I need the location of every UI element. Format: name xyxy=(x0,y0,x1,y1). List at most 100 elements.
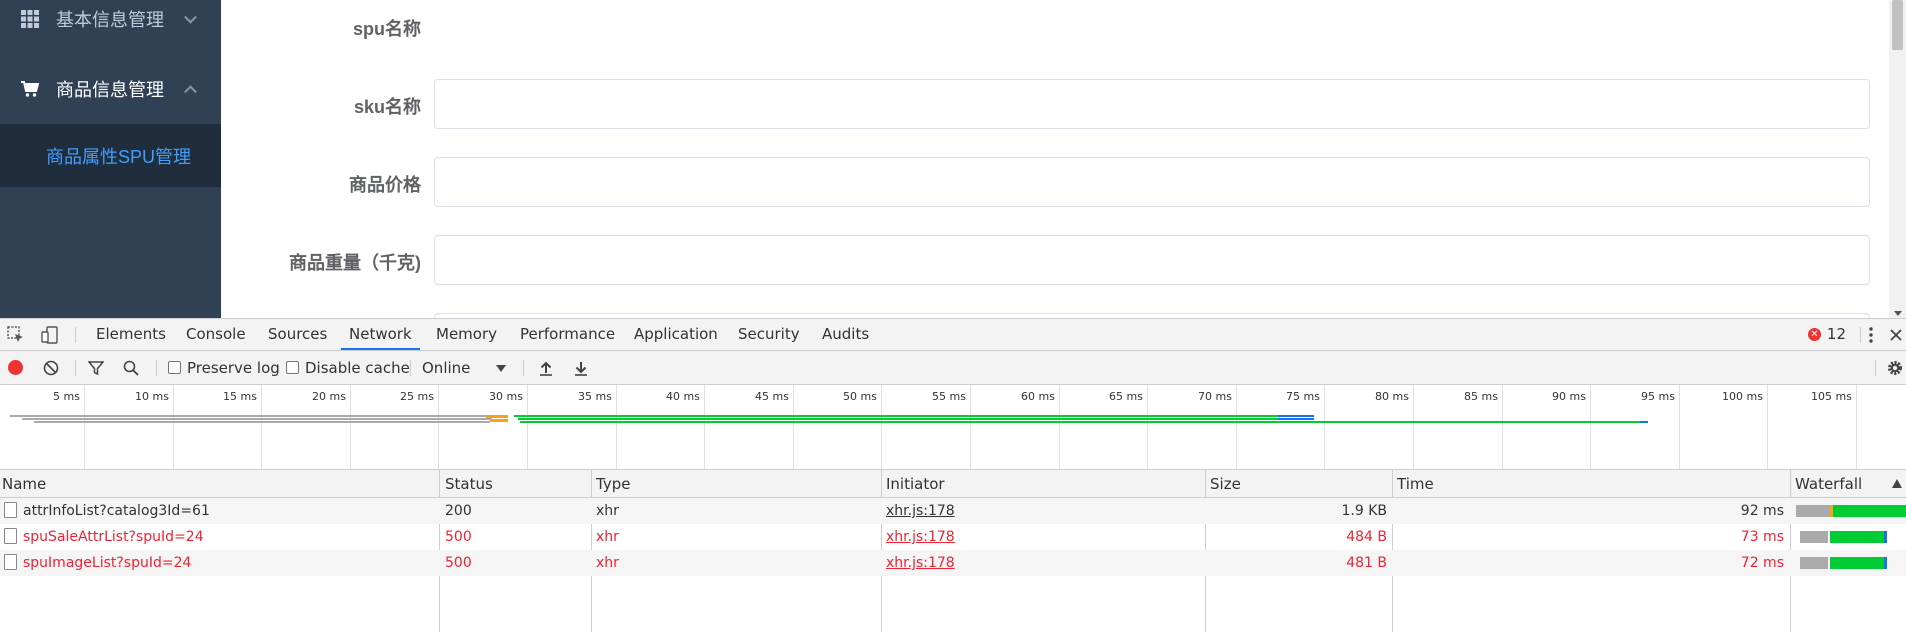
weight-label: 商品重量（千克) xyxy=(289,253,421,273)
column-status[interactable]: Status xyxy=(443,470,493,498)
request-status: 500 xyxy=(445,555,472,571)
sidebar-item-basic-info[interactable]: 基本信息管理 xyxy=(0,0,221,51)
device-toolbar-icon[interactable] xyxy=(40,325,60,345)
error-count: 12 xyxy=(1826,325,1846,343)
devtools-panel: Elements Console Sources Network Memory … xyxy=(0,318,1906,632)
request-size: 481 B xyxy=(1346,555,1387,571)
waterfall-bar xyxy=(1800,531,1828,543)
column-initiator[interactable]: Initiator xyxy=(884,470,945,498)
sidebar-item-label: 商品属性SPU管理 xyxy=(46,146,192,167)
request-name-cell[interactable]: attrInfoList?catalog3Id=61 xyxy=(0,498,436,524)
tab-performance[interactable]: Performance xyxy=(512,319,623,350)
request-name: spuSaleAttrList?spuId=24 xyxy=(23,529,204,545)
network-toolbar: Preserve log Disable cache Online xyxy=(0,351,1906,385)
weight-input[interactable] xyxy=(434,235,1870,285)
record-button[interactable] xyxy=(8,351,23,384)
waterfall-bar xyxy=(1884,557,1887,569)
request-name-cell[interactable]: spuSaleAttrList?spuId=24 xyxy=(0,524,436,550)
sidebar-item-spu-attr[interactable]: 商品属性SPU管理 xyxy=(0,124,221,187)
error-icon: ✕ xyxy=(1807,328,1821,341)
disable-cache-checkbox[interactable]: Disable cache xyxy=(286,351,410,384)
request-size: 484 B xyxy=(1346,529,1387,545)
column-name[interactable]: Name xyxy=(0,470,46,498)
scrollbar-thumb[interactable] xyxy=(1892,0,1903,50)
divider xyxy=(410,360,411,376)
column-size[interactable]: Size xyxy=(1208,470,1241,498)
tab-audits[interactable]: Audits xyxy=(814,319,877,350)
request-initiator-link[interactable]: xhr.js:178 xyxy=(886,524,955,550)
scrollbar[interactable] xyxy=(1889,0,1906,318)
tab-security[interactable]: Security xyxy=(730,319,808,350)
tab-console[interactable]: Console xyxy=(178,319,254,350)
request-type: xhr xyxy=(596,555,619,571)
preserve-log-label: Preserve log xyxy=(187,358,280,377)
sidebar-item-label: 基本信息管理 xyxy=(56,10,164,30)
table-row[interactable]: spuSaleAttrList?spuId=24 500 xhr xhr.js:178… xyxy=(0,524,1906,550)
column-time[interactable]: Time xyxy=(1395,470,1434,498)
clear-button[interactable] xyxy=(43,351,59,384)
preserve-log-checkbox[interactable]: Preserve log xyxy=(168,351,280,384)
request-name: attrInfoList?catalog3Id=61 xyxy=(23,503,210,519)
filter-icon xyxy=(88,360,104,375)
tab-sources[interactable]: Sources xyxy=(260,319,335,350)
gear-icon xyxy=(1888,360,1902,375)
waterfall-bar xyxy=(1884,531,1887,543)
sku-name-input[interactable] xyxy=(434,79,1870,129)
request-size: 1.9 KB xyxy=(1341,503,1388,519)
request-time: 73 ms xyxy=(1740,529,1784,545)
price-label: 商品价格 xyxy=(349,175,421,195)
network-settings-button[interactable] xyxy=(1886,351,1904,384)
dropdown-arrow-icon xyxy=(496,365,506,372)
network-overview-timeline[interactable]: 5 ms 10 ms 15 ms 20 ms 25 ms 30 ms 35 ms 40 ms 4… xyxy=(0,385,1906,470)
request-name-cell[interactable]: spuImageList?spuId=24 xyxy=(0,550,436,576)
divider xyxy=(75,327,76,343)
search-icon xyxy=(123,360,139,376)
file-icon xyxy=(4,528,17,544)
network-request-table: Name Status Type Initiator Size Time Wat… xyxy=(0,470,1906,632)
search-button[interactable] xyxy=(123,351,139,384)
table-row[interactable]: spuImageList?spuId=24 500 xhr xhr.js:178 481… xyxy=(0,550,1906,576)
waterfall-bar xyxy=(1833,505,1906,517)
spu-name-label: spu名称 xyxy=(352,19,421,39)
request-status: 500 xyxy=(445,529,472,545)
request-time: 92 ms xyxy=(1740,503,1784,519)
column-waterfall[interactable]: Waterfall xyxy=(1793,470,1862,498)
request-initiator-link[interactable]: xhr.js:178 xyxy=(886,498,955,524)
tab-elements[interactable]: Elements xyxy=(88,319,174,350)
cart-icon xyxy=(20,79,40,99)
column-type[interactable]: Type xyxy=(594,470,630,498)
close-icon[interactable] xyxy=(1886,325,1906,345)
more-options-icon[interactable] xyxy=(1861,325,1881,345)
sidebar-item-label: 商品信息管理 xyxy=(56,80,164,100)
checkbox[interactable] xyxy=(286,361,299,374)
tab-memory[interactable]: Memory xyxy=(428,319,505,350)
scroll-down-arrow-icon[interactable] xyxy=(1894,311,1902,316)
waterfall-bar xyxy=(1830,557,1884,569)
divider xyxy=(1875,360,1876,376)
request-status: 200 xyxy=(445,503,472,519)
divider xyxy=(523,360,524,376)
export-har-button[interactable] xyxy=(573,351,589,384)
tab-network[interactable]: Network xyxy=(341,319,420,350)
request-type: xhr xyxy=(596,529,619,545)
error-count-badge[interactable]: ✕ 12 xyxy=(1807,319,1846,350)
filter-button[interactable] xyxy=(88,351,104,384)
sidebar-item-goods-info[interactable]: 商品信息管理 xyxy=(0,57,221,121)
price-input[interactable] xyxy=(434,157,1870,207)
sort-ascending-icon[interactable] xyxy=(1892,479,1902,488)
app-window: 基本信息管理 商品信息管理 商品属性SPU管理 spu名称 sku名称 商品价格… xyxy=(0,0,1906,318)
request-initiator-link[interactable]: xhr.js:178 xyxy=(886,550,955,576)
file-icon xyxy=(4,554,17,570)
tab-application[interactable]: Application xyxy=(626,319,726,350)
disable-cache-label: Disable cache xyxy=(305,358,410,377)
form-area: spu名称 sku名称 商品价格 商品重量（千克) xyxy=(221,0,1906,318)
download-icon xyxy=(575,361,587,376)
table-row[interactable]: attrInfoList?catalog3Id=61 200 xhr xhr.js:1… xyxy=(0,498,1906,524)
checkbox[interactable] xyxy=(168,361,181,374)
chevron-down-icon xyxy=(184,10,197,24)
grid-icon xyxy=(20,9,40,29)
inspect-element-icon[interactable] xyxy=(6,325,26,345)
throttling-select[interactable]: Online xyxy=(422,351,510,384)
import-har-button[interactable] xyxy=(538,351,554,384)
upload-icon xyxy=(540,361,552,376)
